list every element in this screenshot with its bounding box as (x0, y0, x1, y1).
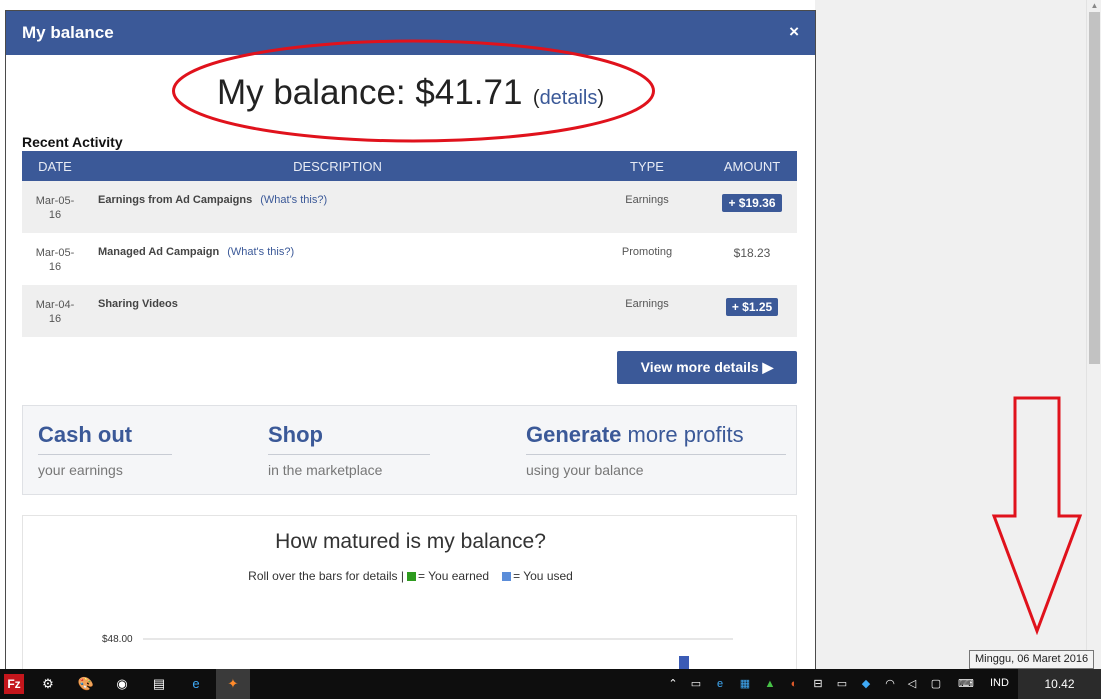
shop-subtitle: in the marketplace (268, 462, 383, 478)
row-description: Managed Ad Campaign (What's this?) (88, 233, 587, 285)
table-row: Mar-05- 16 Earnings from Ad Campaigns (Wha… (22, 181, 797, 233)
balance-maturity-chart: How matured is my balance? Roll over the… (22, 515, 797, 669)
shop-action[interactable]: Shop in the marketplace (268, 422, 430, 478)
paint-icon[interactable]: 🎨 (76, 674, 96, 694)
generate-profits-title[interactable]: Generate more profits (526, 422, 786, 455)
header-amount: AMOUNT (723, 158, 781, 174)
amount-badge: + $1.25 (725, 298, 779, 316)
row-date: Mar-05- 16 (35, 195, 75, 221)
close-icon[interactable]: × (789, 22, 799, 42)
vertical-scrollbar[interactable]: ▲ (1086, 0, 1101, 669)
row-type: Earnings (625, 298, 669, 310)
amount-value: $18.23 (733, 246, 771, 260)
chart-title: How matured is my balance? (275, 530, 546, 553)
annotation-ellipse (172, 39, 655, 143)
whats-this-link[interactable]: (What's this?) (260, 194, 327, 206)
row-date: Mar-05- 16 (35, 247, 75, 273)
table-row: Mar-05- 16 Managed Ad Campaign (What's thi… (22, 233, 797, 285)
view-more-details-button[interactable]: View more details ▶ (617, 351, 797, 384)
volume-icon[interactable]: ◁ (904, 676, 920, 692)
legend-prefix: Roll over the bars for details | (248, 569, 405, 583)
legend-earned-label: = You earned (418, 569, 490, 583)
generate-profits-subtitle: using your balance (526, 462, 644, 478)
annotation-arrow (991, 396, 1083, 635)
header-description: DESCRIPTION (293, 158, 382, 174)
y-tick-label: $48.00 (102, 634, 133, 645)
legend-used-swatch (502, 572, 512, 582)
chart-plot: $48.00 (102, 634, 733, 669)
balance-modal: My balance × My balance: $41.71 (details… (5, 10, 816, 669)
uc-browser-icon[interactable]: ✦ (223, 674, 243, 694)
cash-out-action[interactable]: Cash out your earnings (38, 422, 172, 478)
chevron-up-icon[interactable]: ⌃ (665, 676, 681, 692)
row-description: Earnings from Ad Campaigns (What's this?) (88, 181, 587, 233)
row-date: Mar-04- 16 (35, 299, 75, 325)
generate-profits-action[interactable]: Generate more profits using your balance (526, 422, 786, 478)
table-row: Mar-04- 16 Sharing Videos Earnings + $1.2… (22, 285, 797, 337)
paint-bucket-icon[interactable]: ◉ (112, 674, 132, 694)
monitor-icon[interactable]: ▭ (688, 676, 704, 692)
row-amount: + $1.25 (707, 285, 797, 337)
cash-out-title[interactable]: Cash out (38, 422, 172, 455)
chart-legend: Roll over the bars for details | = You ea… (23, 569, 798, 583)
legend-used-label: = You used (513, 569, 573, 583)
row-description: Sharing Videos (88, 285, 587, 337)
ccleaner-icon[interactable]: ◐ (786, 676, 802, 692)
tool-icon[interactable]: ⚙ (38, 674, 58, 694)
battery-icon[interactable]: ▭ (834, 676, 850, 692)
amount-badge: + $19.36 (722, 194, 782, 212)
language-indicator[interactable]: IND (990, 677, 1009, 689)
whats-this-link[interactable]: (What's this?) (227, 246, 294, 258)
shop-title[interactable]: Shop (268, 422, 430, 455)
row-type: Promoting (621, 246, 673, 258)
scroll-thumb[interactable] (1089, 12, 1100, 364)
dropbox-icon[interactable]: ◆ (858, 676, 874, 692)
filezilla-icon[interactable]: Fz (4, 674, 24, 694)
scroll-up-icon[interactable]: ▲ (1087, 0, 1101, 12)
taskbar: Fz ⚙ 🎨 ◉ ▤ e ✦ ⌃ ▭ e ▦ ▲ ◐ ⊟ ▭ ◆ ◠ ◁ ▢ ⌨… (0, 669, 1101, 699)
date-tooltip: Minggu, 06 Maret 2016 (969, 650, 1095, 669)
notification-icon[interactable]: ▢ (928, 676, 944, 692)
ie-icon[interactable]: e (186, 674, 206, 694)
usb-icon[interactable]: ⊟ (810, 676, 826, 692)
description-text: Managed Ad Campaign (98, 246, 220, 258)
actions-panel: Cash out your earnings Shop in the marke… (22, 405, 797, 495)
chart-bar[interactable] (679, 656, 689, 669)
cash-out-subtitle: your earnings (38, 462, 123, 478)
taskbar-clock[interactable]: 10.42 (1018, 669, 1101, 699)
network-icon[interactable]: ▦ (737, 676, 753, 692)
row-type: Earnings (625, 194, 669, 206)
keyboard-icon[interactable]: ⌨ (955, 676, 977, 692)
vuze-icon[interactable]: ▲ (762, 676, 778, 692)
notepad-icon[interactable]: ▤ (149, 674, 169, 694)
wifi-icon[interactable]: ◠ (882, 676, 898, 692)
row-amount: + $19.36 (707, 181, 797, 233)
legend-earned-swatch (407, 572, 417, 582)
description-text: Earnings from Ad Campaigns (98, 194, 253, 206)
header-type: TYPE (630, 158, 664, 174)
modal-title: My balance (22, 23, 114, 42)
table-header-row: DATE DESCRIPTION TYPE AMOUNT (22, 151, 797, 181)
header-date: DATE (38, 158, 72, 174)
row-amount: $18.23 (707, 233, 797, 285)
recent-activity-title: Recent Activity (22, 134, 123, 150)
description-text: Sharing Videos (98, 298, 178, 310)
activity-table: DATE DESCRIPTION TYPE AMOUNT Mar-05- 16 E… (22, 151, 797, 337)
edge-icon[interactable]: e (712, 676, 728, 692)
